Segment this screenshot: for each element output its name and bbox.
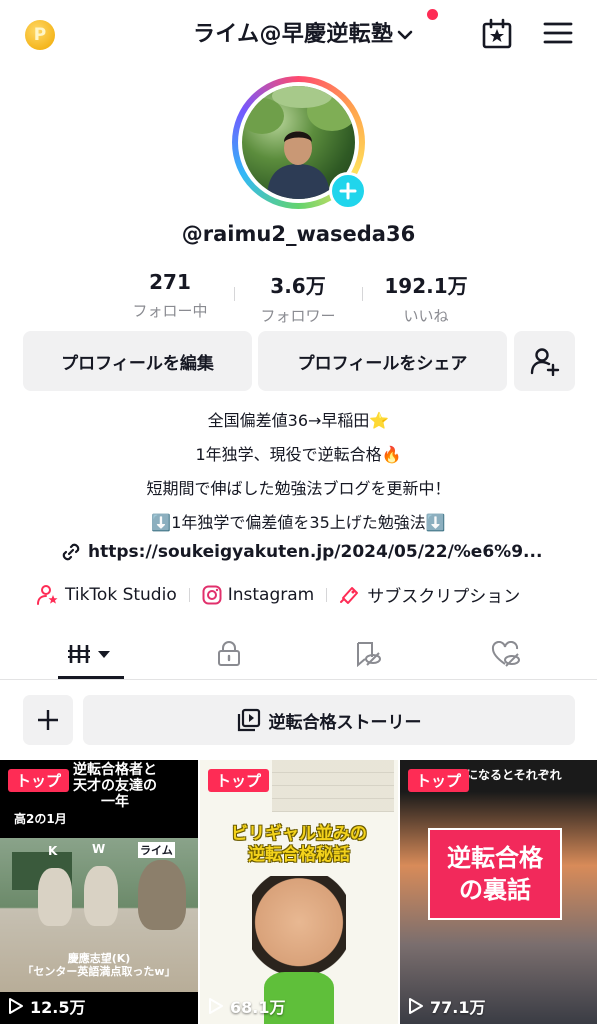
stat-likes-value: 192.1万 xyxy=(384,274,468,298)
bio-link-text: https://soukeigyakuten.jp/2024/05/22/%e6… xyxy=(88,542,543,562)
stat-likes[interactable]: 192.1万 いいね xyxy=(366,270,486,326)
chevron-down-icon xyxy=(397,30,413,40)
heart-hidden-icon xyxy=(491,641,520,667)
caption-line: 「センター英語満点取ったw」 xyxy=(22,965,176,978)
pinned-badge: トップ xyxy=(408,769,470,792)
bio-line: 全国偏差値36→早稲田⭐ xyxy=(207,411,390,430)
quick-links: TikTok Studio Instagram サブスクリプション xyxy=(37,582,520,607)
profile-header: P ライム@早慶逆転塾 xyxy=(0,0,597,68)
play-icon xyxy=(209,998,223,1014)
view-count-value: 77.1万 xyxy=(430,998,486,1017)
label-k: K xyxy=(48,844,58,858)
card-text: の裏話 xyxy=(459,876,531,904)
add-story-plus-button[interactable] xyxy=(329,172,367,210)
tab-reposts[interactable] xyxy=(318,628,418,680)
menu-icon[interactable] xyxy=(543,21,573,45)
view-count-value: 68.1万 xyxy=(230,998,286,1017)
view-count: 12.5万 xyxy=(8,994,85,1018)
view-count-value: 12.5万 xyxy=(30,998,86,1017)
content-tabs xyxy=(0,628,597,680)
instagram-icon xyxy=(202,585,222,604)
card-text: 逆転合格 xyxy=(447,844,543,872)
subscription-link[interactable]: サブスクリプション xyxy=(339,582,520,607)
lock-icon xyxy=(218,641,240,666)
bio-line: 1年独学、現役で逆転合格🔥 xyxy=(195,445,402,464)
video-thumbnail[interactable]: 逆転合格者と 天才の友達の 一年 高2の1月 K W ライム 慶應志望(K) 「… xyxy=(0,760,198,1024)
stat-following[interactable]: 271 フォロー中 xyxy=(110,270,230,321)
collection-story-button[interactable]: 逆転合格ストーリー xyxy=(83,695,575,745)
tab-videos[interactable] xyxy=(41,628,141,680)
notification-dot xyxy=(427,9,438,20)
video-grid-icon xyxy=(68,645,110,663)
playlist-icon xyxy=(237,708,260,732)
pinned-badge: トップ xyxy=(8,769,70,792)
instagram-label: Instagram xyxy=(227,584,315,605)
username: @raimu2_waseda36 xyxy=(181,222,416,246)
headline: ビリギャル並みの xyxy=(231,824,367,844)
link-icon xyxy=(62,543,80,561)
pinned-badge: トップ xyxy=(208,769,270,792)
account-switcher[interactable]: ライム@早慶逆転塾 xyxy=(193,16,413,48)
video-thumbnail[interactable]: ビリギャル並みの 逆転合格秘話 トップ 68.1万 xyxy=(200,760,398,1024)
link-divider xyxy=(188,587,190,602)
share-profile-button[interactable]: プロフィールをシェア xyxy=(258,331,507,391)
collection-story-label: 逆転合格ストーリー xyxy=(268,712,422,733)
cat-character xyxy=(138,860,186,930)
add-collection-button[interactable] xyxy=(23,695,73,745)
tab-private[interactable] xyxy=(179,628,279,680)
account-title: ライム@早慶逆転塾 xyxy=(193,22,394,47)
bio: 全国偏差値36→早稲田⭐ 1年独学、現役で逆転合格🔥 短期間で伸ばした勉強法ブロ… xyxy=(0,405,597,541)
coin-icon[interactable]: P xyxy=(25,20,55,50)
stat-followers-label: フォロワー xyxy=(260,307,336,325)
plus-icon xyxy=(339,182,357,200)
link-divider xyxy=(326,587,328,602)
bookmark-hidden-icon xyxy=(357,642,381,667)
play-icon xyxy=(409,998,423,1014)
thumbnail-text: 一年 xyxy=(101,794,129,810)
tab-liked[interactable] xyxy=(456,628,556,680)
tiktok-studio-link[interactable]: TikTok Studio xyxy=(37,584,177,606)
stat-following-label: フォロー中 xyxy=(132,302,208,320)
stat-likes-label: いいね xyxy=(403,307,449,325)
label-w: W xyxy=(92,842,106,856)
caption-line: 慶應志望(K) xyxy=(67,952,131,965)
play-icon xyxy=(9,998,23,1014)
stat-divider xyxy=(362,287,363,301)
subscription-icon xyxy=(340,586,359,604)
spreadsheet-graphic xyxy=(272,760,394,812)
view-count: 68.1万 xyxy=(208,994,285,1018)
instagram-link[interactable]: Instagram xyxy=(202,584,315,605)
bio-line: ⬇️1年独学で偏差値を35上げた勉強法⬇️ xyxy=(151,513,446,532)
bio-link[interactable]: https://soukeigyakuten.jp/2024/05/22/%e6… xyxy=(60,541,542,563)
cat-character xyxy=(38,868,72,926)
add-person-icon xyxy=(530,348,559,376)
subscription-label: サブスクリプション xyxy=(367,587,521,607)
stat-followers[interactable]: 3.6万 フォロワー xyxy=(238,270,358,326)
studio-person-icon xyxy=(37,584,58,605)
tiktok-studio-label: TikTok Studio xyxy=(65,584,177,605)
label-raimu: ライム xyxy=(138,842,175,858)
thumbnail-caption: 慶應志望(K) 「センター英語満点取ったw」 xyxy=(0,952,198,978)
stat-following-value: 271 xyxy=(149,270,191,294)
edit-profile-button[interactable]: プロフィールを編集 xyxy=(23,331,252,391)
video-thumbnail[interactable]: になるとそれぞれ 逆転合格 の裏話 トップ 77.1万 xyxy=(400,760,597,1024)
cat-character xyxy=(84,866,118,926)
coin-label: P xyxy=(33,25,47,45)
headline: 逆転合格秘話 xyxy=(248,845,350,865)
active-tab-indicator xyxy=(58,676,124,679)
calendar-star-icon[interactable] xyxy=(481,18,513,50)
bio-line: 短期間で伸ばした勉強法ブログを更新中！ xyxy=(146,479,451,498)
plus-icon xyxy=(38,710,58,730)
face-graphic xyxy=(252,876,346,986)
view-count: 77.1万 xyxy=(408,994,485,1018)
headline-block: ビリギャル並みの 逆転合格秘話 xyxy=(206,824,392,866)
headline-card: 逆転合格 の裏話 xyxy=(428,828,562,920)
stat-followers-value: 3.6万 xyxy=(270,274,326,298)
thumbnail-top-text: になるとそれぞれ xyxy=(466,768,562,782)
stat-divider xyxy=(234,287,235,301)
add-friend-button[interactable] xyxy=(514,331,575,391)
thumbnail-text: 高2の1月 xyxy=(14,812,67,826)
